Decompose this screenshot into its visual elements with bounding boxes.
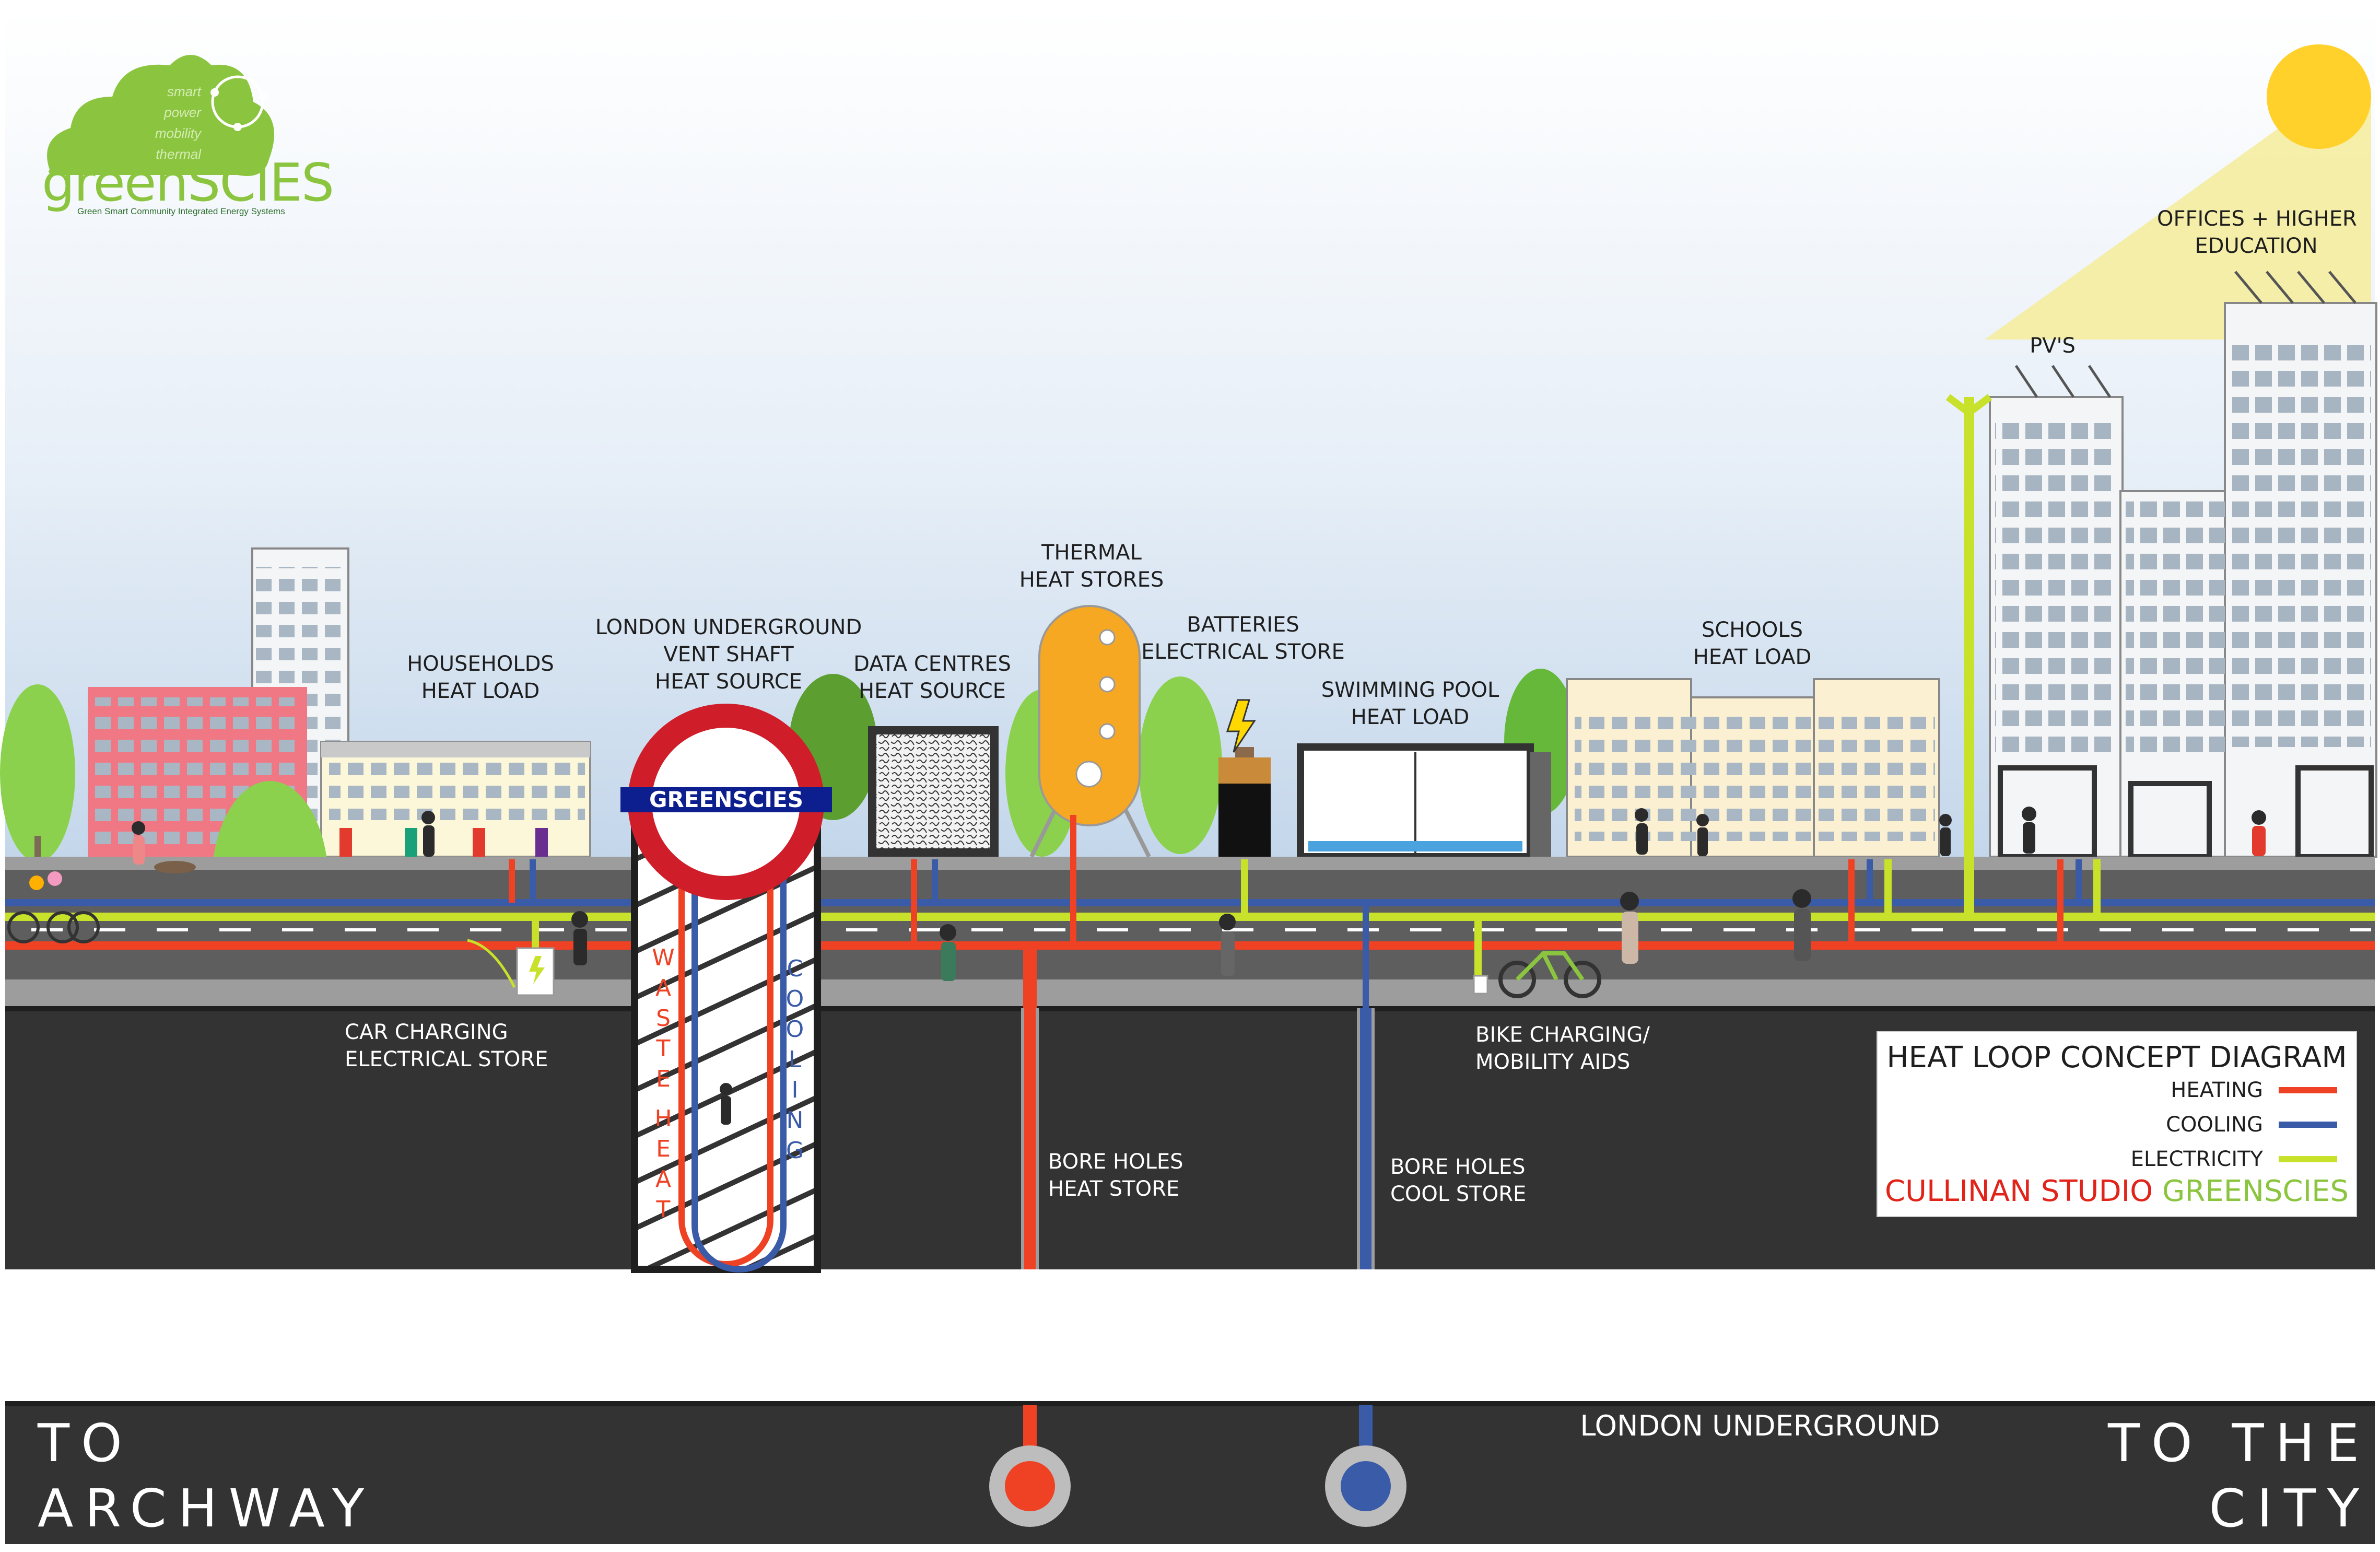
terraced-houses	[320, 741, 591, 858]
roundel-label: GREENSCIES	[649, 787, 803, 812]
households-label: HOUSEHOLDS HEAT LOAD	[407, 652, 554, 703]
batteries-label: BATTERIES ELECTRICAL STORE	[1141, 613, 1345, 664]
bore-holes-heat-label: BORE HOLES HEAT STORE	[1048, 1150, 1183, 1201]
thermal-store-icon	[1029, 605, 1151, 858]
tunnel-cool-bulb	[1325, 1445, 1406, 1527]
logo-word-mobility: mobility	[155, 125, 201, 141]
waste-heat-letters: WASTEHEAT	[652, 944, 675, 1223]
legend-box: HEAT LOOP CONCEPT DIAGRAM HEATING COOLIN…	[1877, 1031, 2357, 1217]
legend-title: HEAT LOOP CONCEPT DIAGRAM	[1886, 1041, 2347, 1075]
bike-charging-label: BIKE CHARGING/MOBILITY AIDS	[1475, 1023, 1650, 1074]
diagram-scene	[0, 8, 2377, 1544]
legend-swatch-electricity	[2279, 1156, 2337, 1162]
swimming-pool-label: SWIMMING POOL HEAT LOAD	[1321, 678, 1499, 729]
thermal-stores-label: THERMAL HEAT STORES	[1019, 541, 1164, 592]
legend-item-electricity: ELECTRICITY	[2131, 1146, 2337, 1172]
tunnel-heat-bulb	[989, 1445, 1071, 1527]
legend-credit: CULLINAN STUDIO GREENSCIES	[1878, 1173, 2356, 1210]
to-the-city-label: TO THE CITY	[2107, 1413, 2371, 1539]
offices-label: OFFICES + HIGHER EDUCATION	[2157, 207, 2357, 258]
vent-shaft-label: LONDON UNDERGROUND VENT SHAFT HEAT SOURCE	[595, 615, 862, 694]
pvs-label: PV'S	[2030, 334, 2076, 358]
logo-word-power: power	[164, 104, 201, 120]
car-charging-label: CAR CHARGING ELECTRICAL STORE	[345, 1020, 548, 1071]
school-buildings	[1566, 678, 1940, 858]
bore-holes-cool-label: BORE HOLES COOL STORE	[1390, 1155, 1527, 1206]
credit-cullinan: CULLINAN STUDIO	[1884, 1174, 2153, 1208]
sun-icon	[2267, 44, 2371, 149]
logo-wordmark: greenSCIES	[42, 157, 334, 209]
schools-label: SCHOOLS HEAT LOAD	[1693, 618, 1812, 669]
legend-item-cooling: COOLING	[2166, 1112, 2337, 1138]
logo-tagline: Green Smart Community Integrated Energy …	[77, 206, 285, 216]
legend-label-cooling: COOLING	[2166, 1113, 2263, 1137]
credit-greenscies: GREENSCIES	[2162, 1174, 2349, 1208]
heat-loop-diagram: smart power mobility thermal greenSCIES …	[0, 0, 2380, 1552]
logo-word-smart: smart	[167, 84, 201, 99]
data-centres-label: DATA CENTRES HEAT SOURCE	[853, 652, 1011, 703]
legend-label-heating: HEATING	[2171, 1078, 2263, 1102]
london-underground-label: LONDON UNDERGROUND	[1580, 1409, 1940, 1442]
legend-swatch-cooling	[2279, 1122, 2337, 1128]
cooling-letters: COOLING	[785, 955, 804, 1164]
data-centre-icon	[868, 726, 999, 857]
logo-wordmark-green: green	[42, 152, 189, 213]
legend-item-heating: HEATING	[2171, 1077, 2337, 1103]
legend-label-electricity: ELECTRICITY	[2130, 1147, 2263, 1171]
legend-swatch-heating	[2279, 1087, 2337, 1093]
swimming-pool-building	[1297, 743, 1551, 860]
to-archway-label: TO ARCHWAY	[38, 1413, 376, 1539]
logo-wordmark-caps: SCIES	[187, 152, 334, 213]
